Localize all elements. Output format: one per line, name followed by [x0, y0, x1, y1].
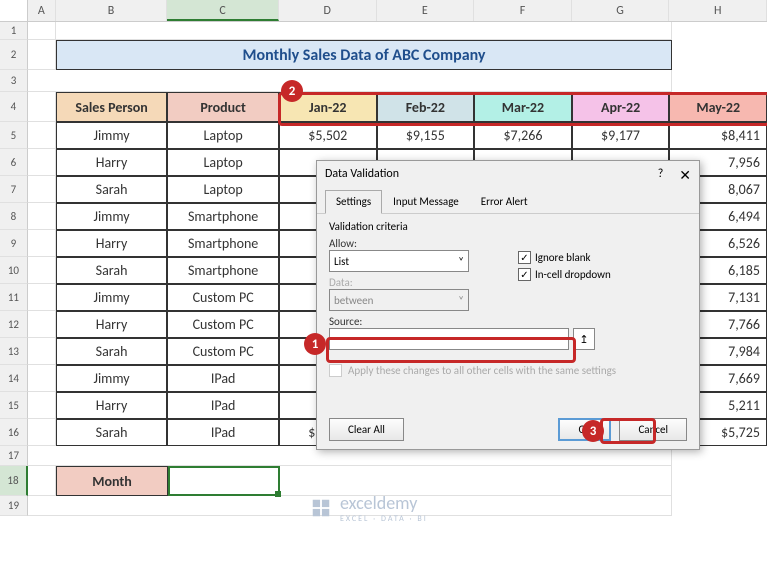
table-cell[interactable]: IPad: [167, 365, 279, 392]
table-cell[interactable]: $7,266: [474, 122, 572, 149]
table-cell[interactable]: Harry: [56, 230, 168, 257]
row-3[interactable]: 3: [0, 70, 28, 92]
range-picker-icon[interactable]: ↥: [573, 328, 595, 350]
callout-1: 1: [304, 333, 326, 355]
table-cell[interactable]: Laptop: [167, 122, 279, 149]
table-cell[interactable]: Harry: [56, 392, 168, 419]
row-19[interactable]: 19: [0, 496, 28, 516]
header-sales-person: Sales Person: [56, 92, 168, 122]
chevron-down-icon: ˅: [458, 255, 464, 268]
row-17[interactable]: 17: [0, 446, 28, 466]
col-G[interactable]: G: [572, 0, 670, 21]
table-cell[interactable]: Smartphone: [167, 257, 279, 284]
table-cell[interactable]: Laptop: [167, 176, 279, 203]
row-14[interactable]: 14: [0, 365, 28, 392]
col-H[interactable]: H: [669, 0, 767, 21]
data-validation-dialog: Data Validation ? ✕ Settings Input Messa…: [316, 160, 700, 450]
table-cell[interactable]: Jimmy: [56, 365, 168, 392]
table-cell[interactable]: Custom PC: [167, 284, 279, 311]
table-cell[interactable]: Smartphone: [167, 230, 279, 257]
col-F[interactable]: F: [474, 0, 572, 21]
row-5[interactable]: 5: [0, 122, 28, 149]
ignore-blank-checkbox[interactable]: ✓Ignore blank: [518, 251, 687, 264]
header-product: Product: [167, 92, 279, 122]
watermark: exceldemyEXCEL · DATA · BI: [310, 492, 428, 524]
month-dropdown-cell[interactable]: [168, 466, 280, 496]
highlight-month-headers: [278, 92, 767, 126]
table-cell[interactable]: Harry: [56, 149, 168, 176]
row-8[interactable]: 8: [0, 203, 28, 230]
table-cell[interactable]: Jimmy: [56, 284, 168, 311]
row-18[interactable]: 18: [0, 466, 28, 496]
table-cell[interactable]: Jimmy: [56, 203, 168, 230]
table-cell[interactable]: Custom PC: [167, 311, 279, 338]
table-cell[interactable]: $9,177: [572, 122, 670, 149]
month-label: Month: [56, 466, 168, 496]
tab-input-message[interactable]: Input Message: [382, 190, 470, 213]
table-cell[interactable]: Sarah: [56, 176, 168, 203]
row-6[interactable]: 6: [0, 149, 28, 176]
row-4[interactable]: 4: [0, 92, 28, 122]
table-cell[interactable]: $9,155: [377, 122, 475, 149]
apply-label: Apply these changes to all other cells w…: [348, 364, 616, 377]
column-headers: A B C D E F G H: [0, 0, 767, 22]
table-cell[interactable]: Sarah: [56, 419, 168, 446]
logo-icon: [310, 497, 332, 519]
callout-2: 2: [281, 80, 303, 102]
chevron-down-icon: ˅: [458, 294, 464, 307]
allow-label: Allow:: [329, 237, 498, 250]
table-cell[interactable]: IPad: [167, 419, 279, 446]
help-icon[interactable]: ?: [658, 167, 664, 184]
close-icon[interactable]: ✕: [679, 167, 691, 184]
data-select: between˅: [329, 289, 469, 311]
col-D[interactable]: D: [279, 0, 377, 21]
row-15[interactable]: 15: [0, 392, 28, 419]
row-2[interactable]: 2: [0, 40, 28, 70]
clear-all-button[interactable]: Clear All: [329, 418, 404, 441]
row-12[interactable]: 12: [0, 311, 28, 338]
data-label: Data:: [329, 276, 498, 289]
allow-select[interactable]: List˅: [329, 250, 469, 272]
table-cell[interactable]: Custom PC: [167, 338, 279, 365]
dialog-tabs: Settings Input Message Error Alert: [317, 190, 699, 214]
row-11[interactable]: 11: [0, 284, 28, 311]
col-A[interactable]: A: [28, 0, 56, 21]
highlight-source-input: [326, 337, 576, 363]
table-cell[interactable]: Harry: [56, 311, 168, 338]
table-cell[interactable]: Sarah: [56, 257, 168, 284]
dialog-title: Data Validation: [325, 167, 399, 184]
highlight-ok-button: [600, 418, 656, 444]
row-9[interactable]: 9: [0, 230, 28, 257]
row-7[interactable]: 7: [0, 176, 28, 203]
table-cell[interactable]: $5,502: [279, 122, 377, 149]
row-13[interactable]: 13: [0, 338, 28, 365]
incell-dropdown-checkbox[interactable]: ✓In-cell dropdown: [518, 268, 687, 281]
table-cell[interactable]: Sarah: [56, 338, 168, 365]
row-16[interactable]: 16: [0, 419, 28, 446]
tab-error-alert[interactable]: Error Alert: [470, 190, 539, 213]
table-cell[interactable]: IPad: [167, 392, 279, 419]
row-1[interactable]: 1: [0, 22, 28, 40]
callout-3: 3: [582, 420, 604, 442]
table-cell[interactable]: $8,411: [669, 122, 767, 149]
tab-settings[interactable]: Settings: [325, 190, 382, 214]
col-B[interactable]: B: [56, 0, 168, 21]
source-label: Source:: [329, 315, 687, 328]
criteria-label: Validation criteria: [329, 220, 687, 233]
table-cell[interactable]: Laptop: [167, 149, 279, 176]
row-10[interactable]: 10: [0, 257, 28, 284]
table-cell[interactable]: Smartphone: [167, 203, 279, 230]
table-cell[interactable]: Jimmy: [56, 122, 168, 149]
col-E[interactable]: E: [377, 0, 475, 21]
col-C[interactable]: C: [167, 0, 279, 21]
page-title: Monthly Sales Data of ABC Company: [56, 40, 672, 70]
